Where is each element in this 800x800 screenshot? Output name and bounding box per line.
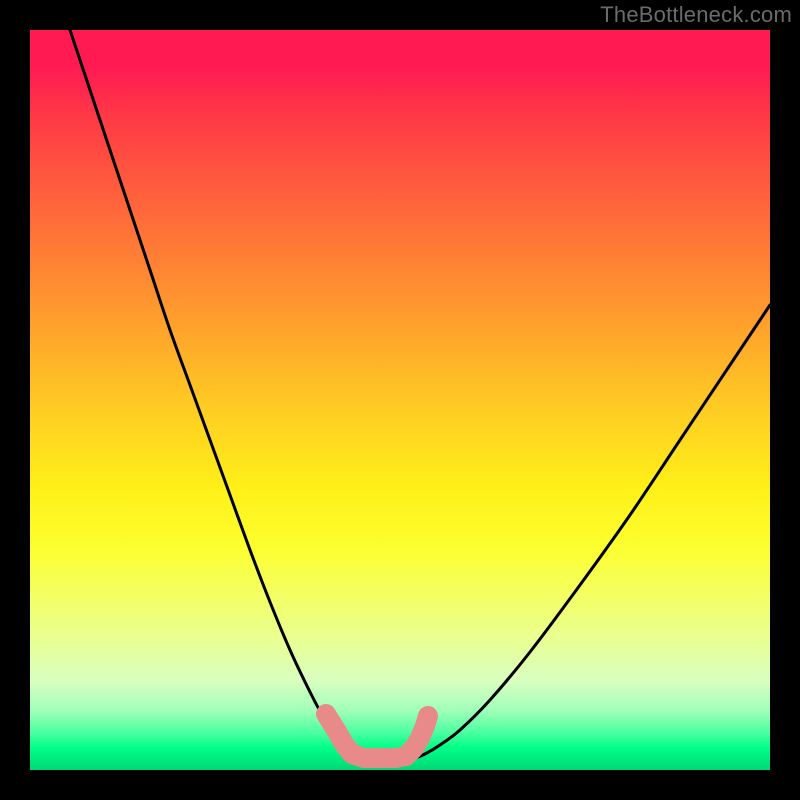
plot-area <box>30 30 770 770</box>
chart-frame: TheBottleneck.com <box>0 0 800 800</box>
bottleneck-curve <box>70 30 770 760</box>
valley-mask <box>326 714 428 758</box>
watermark-text: TheBottleneck.com <box>600 2 792 28</box>
curve-svg <box>30 30 770 770</box>
